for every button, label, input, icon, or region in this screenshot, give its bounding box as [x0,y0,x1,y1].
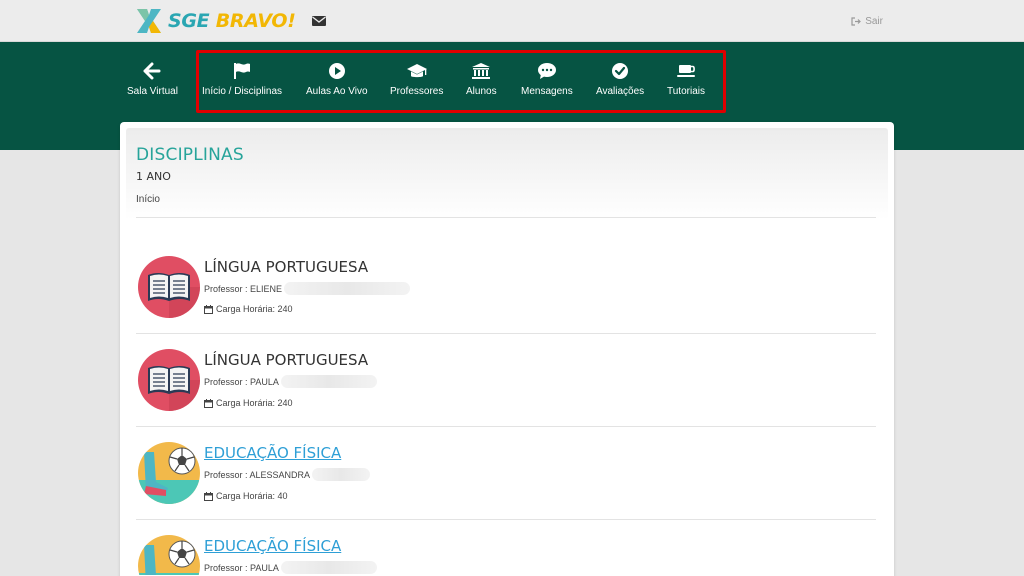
soccer-ball-icon [138,535,200,575]
envelope-icon[interactable] [311,14,327,28]
subject-name: LÍNGUA PORTUGUESA [204,351,369,369]
sign-out-icon [851,17,862,26]
divider [136,217,876,218]
subject-professor: Professor : PAULA [204,375,377,388]
arrow-left-icon [143,62,161,80]
disciplines-card: DISCIPLINAS 1 ANO Início LÍNGUA PORTUGUE… [120,122,894,576]
subject-professor: Professor : ELIENE [204,282,411,295]
nav-sala-virtual[interactable]: Sala Virtual [127,62,178,102]
divider [136,519,876,520]
subject-row[interactable]: LÍNGUA PORTUGUESA Professor : ELIENE Car… [136,250,876,334]
subject-professor: Professor : ALESSANDRA [204,468,371,481]
subject-name-link[interactable]: EDUCAÇÃO FÍSICA [204,537,341,555]
logout-label: Sair [865,16,883,27]
calendar-icon [204,398,213,408]
page-subtitle: 1 ANO [136,170,171,183]
subject-row[interactable]: EDUCAÇÃO FÍSICA Professor : ALESSANDRA C… [136,436,876,520]
book-icon [138,349,200,411]
subject-hours: Carga Horária: 240 [204,398,293,408]
subject-professor: Professor : PAULA [204,561,377,574]
subject-row[interactable]: EDUCAÇÃO FÍSICA Professor : PAULA [136,529,876,575]
subject-hours: Carga Horária: 240 [204,304,293,314]
top-header: SGE BRAVO! Sair [0,0,1024,42]
subject-name-link[interactable]: EDUCAÇÃO FÍSICA [204,444,341,462]
logo-mark-icon [137,9,161,33]
card-header [126,128,888,220]
redacted-surname [280,375,377,388]
breadcrumb[interactable]: Início [136,194,160,205]
app-logo[interactable]: SGE BRAVO! [134,6,296,36]
divider [136,426,876,427]
page-title: DISCIPLINAS [136,145,244,165]
calendar-icon [204,304,213,314]
redacted-surname [312,468,371,481]
calendar-icon [204,491,213,501]
subject-hours: Carga Horária: 40 [204,491,288,501]
book-icon [138,256,200,318]
divider [136,333,876,334]
redacted-surname [280,561,377,574]
logout-link[interactable]: Sair [851,16,883,27]
logo-text: SGE BRAVO! [168,10,296,32]
soccer-ball-icon [138,442,200,504]
subject-name: LÍNGUA PORTUGUESA [204,258,369,276]
nav-highlight-box [196,50,726,113]
nav-label: Sala Virtual [127,86,178,97]
redacted-surname [284,282,411,295]
subject-row[interactable]: LÍNGUA PORTUGUESA Professor : PAULA Carg… [136,343,876,427]
